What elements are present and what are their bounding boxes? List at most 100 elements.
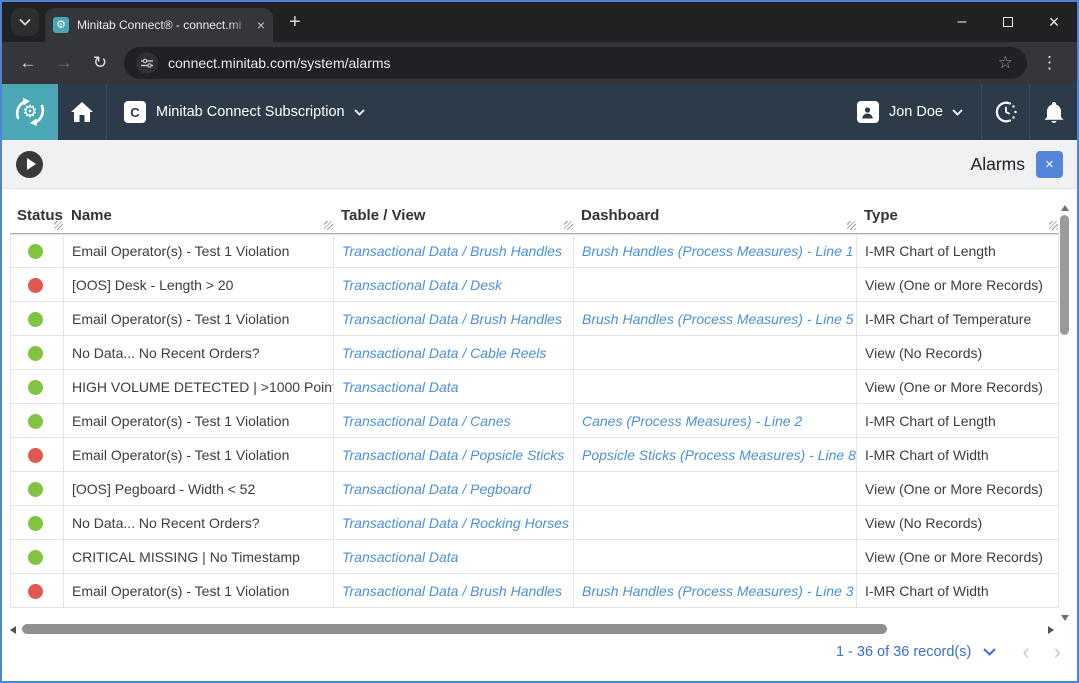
table-view-cell: Transactional Data / Canes [334,404,574,438]
type-cell: View (One or More Records) [857,268,1059,302]
dashboard-cell [574,268,857,302]
panel-action-bar: Alarms × [2,140,1077,189]
night-mode-schedule-button[interactable] [982,84,1029,140]
dashboard-link[interactable]: Popsicle Sticks (Process Measures) - Lin… [582,447,856,463]
scroll-right-icon[interactable] [1048,626,1054,634]
horizontal-scrollbar[interactable] [10,624,1054,635]
play-icon [27,158,36,170]
app-header: ⚙ C Minitab Connect Subscription Jon Doe [2,84,1077,140]
minitab-connect-favicon-icon: ⚙ [53,17,69,33]
status-cell [10,336,64,370]
back-button[interactable]: ← [12,47,44,79]
type-cell: View (No Records) [857,336,1059,370]
table-view-link[interactable]: Transactional Data / Popsicle Sticks [342,447,564,463]
status-cell [10,234,64,268]
forward-button[interactable]: → [48,47,80,79]
table-view-link[interactable]: Transactional Data / Cable Reels [342,345,546,361]
table-row[interactable]: No Data... No Recent Orders?Transactiona… [10,506,1059,540]
table-row[interactable]: Email Operator(s) - Test 1 ViolationTran… [10,574,1059,608]
table-header-row: Status Name Table / View Dashboard Type [10,199,1059,234]
column-header-type[interactable]: Type [857,199,1059,234]
tab-close-icon[interactable]: × [257,18,265,32]
new-tab-button[interactable]: + [289,11,301,34]
table-view-link[interactable]: Transactional Data / Brush Handles [342,243,562,259]
table-view-link[interactable]: Transactional Data / Brush Handles [342,583,562,599]
status-cell [10,370,64,404]
site-info-icon[interactable] [136,52,158,74]
scroll-up-icon[interactable] [1061,205,1069,211]
scroll-down-icon[interactable] [1061,615,1069,621]
minimize-button[interactable]: – [939,2,985,42]
table-row[interactable]: Email Operator(s) - Test 1 ViolationTran… [10,234,1059,268]
scroll-left-icon[interactable] [10,626,16,634]
notifications-button[interactable] [1030,84,1077,140]
tab-title: Minitab Connect® - connect.mi [77,18,251,32]
status-cell [10,404,64,438]
status-cell [10,472,64,506]
previous-page-button[interactable]: ‹ [1022,641,1029,663]
browser-menu-icon[interactable]: ⋮ [1033,53,1069,73]
table-view-link[interactable]: Transactional Data / Brush Handles [342,311,562,327]
table-view-link[interactable]: Transactional Data [342,549,458,565]
table-view-link[interactable]: Transactional Data / Canes [342,413,511,429]
page-size-chevron-icon[interactable] [983,648,996,656]
dashboard-link[interactable]: Brush Handles (Process Measures) - Line … [582,311,854,327]
name-cell: [OOS] Desk - Length > 20 [64,268,334,302]
minitab-connect-logo[interactable]: ⚙ [2,84,58,140]
table-row[interactable]: Email Operator(s) - Test 1 ViolationTran… [10,404,1059,438]
table-view-link[interactable]: Transactional Data / Rocking Horses [342,515,569,531]
type-cell: I-MR Chart of Width [857,438,1059,472]
user-menu-button[interactable]: Jon Doe [843,84,981,140]
dashboard-cell: Popsicle Sticks (Process Measures) - Lin… [574,438,857,472]
panel-close-button[interactable]: × [1036,151,1063,178]
dashboard-cell [574,472,857,506]
home-button[interactable] [58,84,106,140]
column-header-name[interactable]: Name [64,199,334,234]
vertical-scrollbar[interactable] [1058,199,1071,623]
browser-tab-active[interactable]: ⚙ Minitab Connect® - connect.mi × [45,8,273,42]
dashboard-cell [574,540,857,574]
window-close-button[interactable]: × [1031,2,1077,42]
record-count[interactable]: 1 - 36 of 36 record(s) [836,644,971,660]
run-button[interactable] [16,151,43,178]
vertical-scrollbar-thumb[interactable] [1060,215,1069,335]
table-row[interactable]: HIGH VOLUME DETECTED | >1000 PointsTrans… [10,370,1059,404]
status-cell [10,438,64,472]
status-green-icon [28,482,43,497]
bookmark-star-icon[interactable]: ☆ [996,53,1015,73]
dashboard-link[interactable]: Brush Handles (Process Measures) - Line … [582,583,854,599]
user-name: Jon Doe [889,104,943,120]
column-header-status[interactable]: Status [10,199,64,234]
name-cell: Email Operator(s) - Test 1 Violation [64,302,334,336]
dashboard-link[interactable]: Brush Handles (Process Measures) - Line … [582,243,854,259]
table-view-link[interactable]: Transactional Data / Desk [342,277,502,293]
column-header-dashboard[interactable]: Dashboard [574,199,857,234]
table-row[interactable]: Email Operator(s) - Test 1 Violation Tran… [10,302,1059,336]
horizontal-scrollbar-thumb[interactable] [22,624,887,634]
user-chevron-icon [952,109,963,116]
home-icon [71,102,93,122]
subscription-selector[interactable]: Minitab Connect Subscription [156,104,345,120]
dashboard-cell [574,336,857,370]
name-cell: [OOS] Pegboard - Width < 52 [64,472,334,506]
table-row[interactable]: [OOS] Pegboard - Width < 52 Transactional… [10,472,1059,506]
status-cell [10,268,64,302]
table-row[interactable]: CRITICAL MISSING | No TimestampTransacti… [10,540,1059,574]
table-view-link[interactable]: Transactional Data / Pegboard [342,481,531,497]
column-header-table-view[interactable]: Table / View [334,199,574,234]
subscription-chevron-icon[interactable] [354,109,365,116]
table-row[interactable]: No Data... No Recent Orders?Transactiona… [10,336,1059,370]
maximize-button[interactable] [985,2,1031,42]
table-row[interactable]: [OOS] Desk - Length > 20 Transactional Da… [10,268,1059,302]
tab-search-button[interactable] [11,8,39,36]
address-bar[interactable]: connect.minitab.com/system/alarms ☆ [124,47,1027,79]
pagination-bar: 1 - 36 of 36 record(s) ‹ › [836,636,1061,668]
refresh-button[interactable]: ↻ [84,47,116,79]
dashboard-cell: Canes (Process Measures) - Line 2 [574,404,857,438]
table-view-link[interactable]: Transactional Data [342,379,458,395]
table-row[interactable]: Email Operator(s) - Test 1 ViolationTran… [10,438,1059,472]
dashboard-link[interactable]: Canes (Process Measures) - Line 2 [582,413,802,429]
next-page-button[interactable]: › [1054,641,1061,663]
type-cell: I-MR Chart of Temperature [857,302,1059,336]
url-text[interactable]: connect.minitab.com/system/alarms [168,55,996,71]
